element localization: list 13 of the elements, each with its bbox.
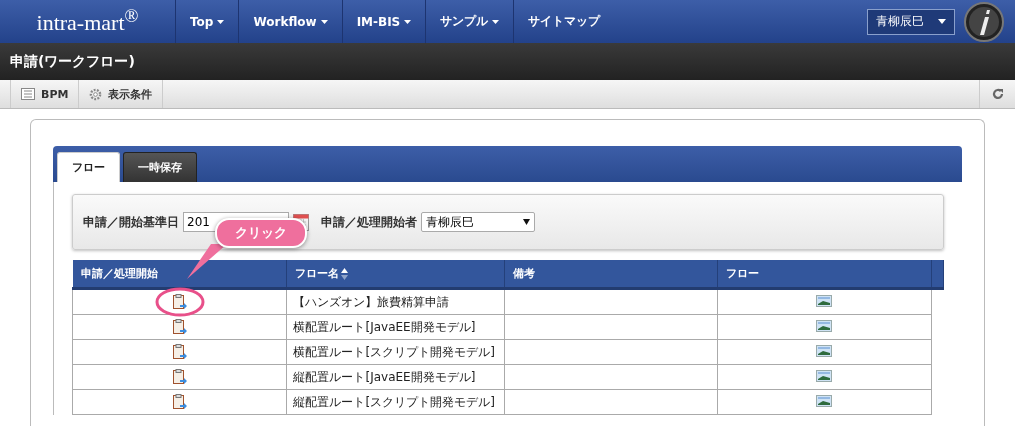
column-header: フロー bbox=[717, 260, 931, 289]
table-cell: 横配置ルート[スクリプト開発モデル] bbox=[286, 339, 505, 365]
applicant-label: 申請／処理開始者 bbox=[321, 213, 417, 231]
column-header: フロー名 bbox=[286, 260, 505, 289]
table-cell: 縦配置ルート[JavaEE開発モデル] bbox=[286, 364, 505, 390]
callout-tooltip: クリック bbox=[214, 218, 307, 248]
column-header: 備考 bbox=[504, 260, 718, 289]
table-cell: 横配置ルート[JavaEE開発モデル] bbox=[286, 314, 505, 340]
table-cell: 縦配置ルート[スクリプト開発モデル] bbox=[286, 389, 505, 415]
table-cell: 【ハンズオン】旅費精算申請 bbox=[286, 288, 505, 315]
page-title: 申請(ワークフロー) bbox=[10, 52, 135, 71]
date-label: 申請／開始基準日 bbox=[83, 213, 179, 231]
column-header: 申請／処理開始 bbox=[72, 260, 287, 289]
